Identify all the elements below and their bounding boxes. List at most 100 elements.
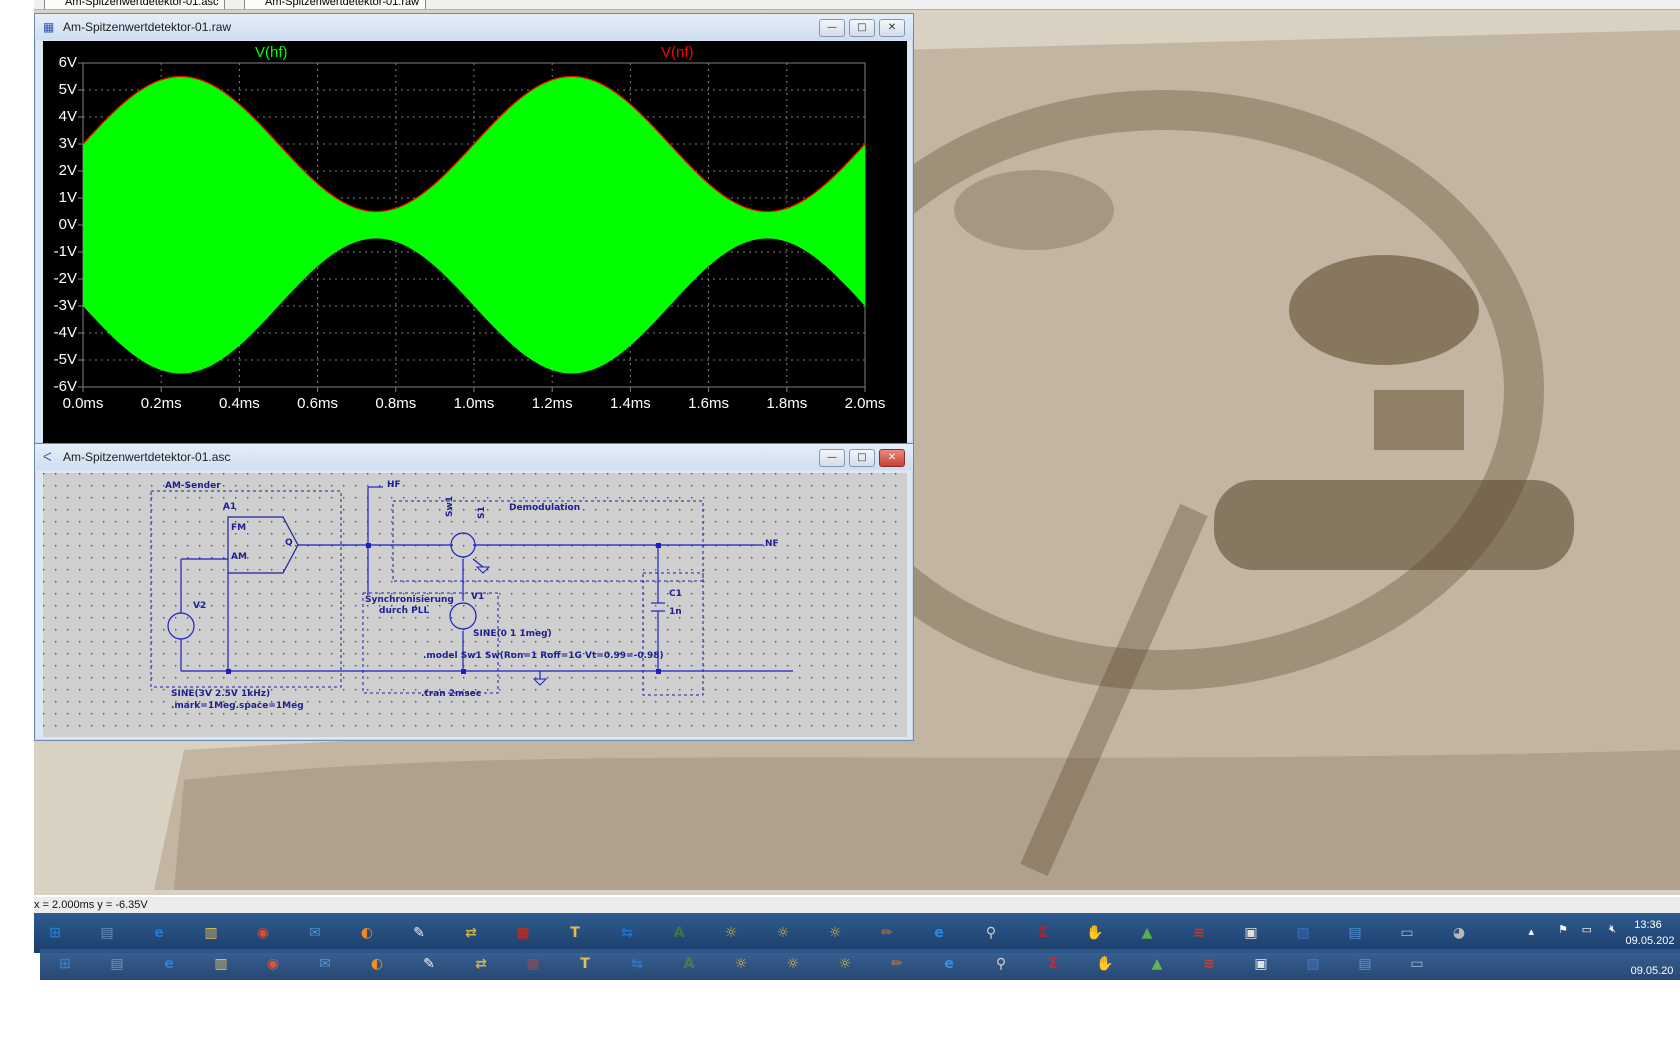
- ltspice-icon[interactable]: Ʃ: [1028, 918, 1058, 948]
- label-v1: V1: [471, 592, 485, 602]
- minimize-button[interactable]: —: [819, 449, 845, 467]
- book-icon[interactable]: ✎: [414, 949, 444, 979]
- volume-muted-icon[interactable]: 🔇︎: [1609, 923, 1616, 936]
- mail-icon[interactable]: ✉: [310, 949, 340, 979]
- joystick-icon[interactable]: ⚲: [976, 918, 1006, 948]
- network-tool-icon[interactable]: ⇄: [466, 949, 496, 979]
- spice-tran-directive[interactable]: .tran 2msec: [421, 689, 481, 699]
- schematic-window-title: Am-Spitzenwertdetektor-01.asc: [63, 450, 231, 464]
- teamviewer-icon[interactable]: ⇆: [612, 918, 642, 948]
- taskbar-duplicate: ⊞ ▤ e ▥ ◉ ✉ ◐ ✎ ⇄ ▦ T ⇆ A ☼ ☼ ☼ ✏ e ⚲ Ʃ ✋ ▲ ≋ ▣ ▧ ▤ ▭ 09.05.20: [40, 949, 1680, 980]
- show-hidden-icon[interactable]: ▴: [1528, 925, 1534, 938]
- avr-studio-icon[interactable]: A: [664, 918, 694, 948]
- schematic-window: ᐸ Am-Spitzenwertdetektor-01.asc — □ ✕ AM…: [34, 443, 914, 741]
- clock-date-duplicate[interactable]: 09.05.20: [1624, 965, 1680, 977]
- toolbox-icon[interactable]: ▦: [518, 949, 548, 979]
- y-tick-label: -3V: [53, 297, 77, 314]
- firefox-icon[interactable]: ◐: [352, 918, 382, 948]
- lion-icon[interactable]: ☼: [830, 949, 860, 979]
- lion-icon[interactable]: ☼: [716, 918, 746, 948]
- plot-pane[interactable]: V(hf) V(nf) 6V 5V 4V 3V 2V 1V 0V -1V -2V -3V -4V -5…: [43, 41, 907, 454]
- lion-icon[interactable]: ☼: [778, 949, 808, 979]
- schematic-canvas[interactable]: AM-Sender A1 FM AM Q V2 HF Sw1 S1 Demodu…: [43, 473, 907, 737]
- y-tick-label: 2V: [58, 162, 77, 179]
- schematic-titlebar[interactable]: ᐸ Am-Spitzenwertdetektor-01.asc — □ ✕: [35, 444, 913, 470]
- status-bar: x = 2.000ms y = -6.35V: [34, 897, 1680, 913]
- explorer-icon[interactable]: ▤: [92, 918, 122, 948]
- file-manager-icon[interactable]: ▥: [206, 949, 236, 979]
- book-icon[interactable]: ✎: [404, 918, 434, 948]
- clock-time[interactable]: 13:36: [1620, 919, 1676, 931]
- close-button[interactable]: ✕: [879, 19, 905, 37]
- network-tool-icon[interactable]: ⇄: [456, 918, 486, 948]
- lion-icon[interactable]: ☼: [726, 949, 756, 979]
- y-tick-label: -4V: [53, 324, 77, 341]
- spice-model-directive[interactable]: .model Sw1 Sw(Ron=1 Roff=1G Vt=0.99=-0.9…: [423, 651, 664, 661]
- start-button[interactable]: ⊞: [40, 918, 70, 948]
- firefox-icon[interactable]: ◐: [362, 949, 392, 979]
- tab-waveform[interactable]: Am-Spitzenwertdetektor-01.raw: [244, 0, 427, 9]
- close-button[interactable]: ✕: [879, 449, 905, 467]
- waveform-titlebar[interactable]: ▦ Am-Spitzenwertdetektor-01.raw — □ ✕: [35, 14, 913, 40]
- y-tick-label: 6V: [58, 54, 77, 71]
- x-tick-label: 0.0ms: [62, 395, 104, 412]
- chart-icon[interactable]: ▲: [1132, 918, 1162, 948]
- label-hf: HF: [387, 480, 401, 490]
- app-icon[interactable]: ▧: [1298, 949, 1328, 979]
- internet-explorer-icon[interactable]: e: [924, 918, 954, 948]
- ltspice-icon[interactable]: Ʃ: [1038, 949, 1068, 979]
- pencil-icon[interactable]: ✏: [872, 918, 902, 948]
- maximize-button[interactable]: □: [849, 19, 875, 37]
- lion-icon[interactable]: ☼: [768, 918, 798, 948]
- network-icon[interactable]: ▭: [1582, 923, 1592, 936]
- cube-icon[interactable]: ▣: [1236, 918, 1266, 948]
- teamviewer-icon[interactable]: ⇆: [622, 949, 652, 979]
- x-tick-label: 1.0ms: [453, 395, 495, 412]
- hand-icon[interactable]: ✋: [1080, 918, 1110, 948]
- chrome-icon[interactable]: ◉: [258, 949, 288, 979]
- clock-date[interactable]: 09.05.202: [1620, 935, 1680, 947]
- lion-icon[interactable]: ☼: [820, 918, 850, 948]
- edge-icon[interactable]: e: [154, 949, 184, 979]
- stack-icon[interactable]: ▤: [1350, 949, 1380, 979]
- mail-icon[interactable]: ✉: [300, 918, 330, 948]
- network-card-icon[interactable]: ▭: [1392, 918, 1422, 948]
- pencil-icon[interactable]: ✏: [882, 949, 912, 979]
- x-tick-label: 1.6ms: [688, 395, 730, 412]
- y-tick-label: -5V: [53, 351, 77, 368]
- flag-icon[interactable]: ⚑: [1558, 923, 1568, 936]
- x-tick-label: 1.8ms: [766, 395, 808, 412]
- wifi-icon[interactable]: ≋: [1194, 949, 1224, 979]
- y-tick-label: 5V: [58, 81, 77, 98]
- joystick-icon[interactable]: ⚲: [986, 949, 1016, 979]
- avr-studio-icon[interactable]: A: [674, 949, 704, 979]
- cube-icon[interactable]: ▣: [1246, 949, 1276, 979]
- network-card-icon[interactable]: ▭: [1402, 949, 1432, 979]
- internet-explorer-icon[interactable]: e: [934, 949, 964, 979]
- paint-icon[interactable]: ◕: [1444, 918, 1474, 948]
- start-button[interactable]: ⊞: [50, 949, 80, 979]
- y-tick-label: -6V: [53, 378, 77, 395]
- chrome-icon[interactable]: ◉: [248, 918, 278, 948]
- x-tick-label: 0.4ms: [218, 395, 260, 412]
- file-manager-icon[interactable]: ▥: [196, 918, 226, 948]
- minimize-button[interactable]: —: [819, 19, 845, 37]
- stack-icon[interactable]: ▤: [1340, 918, 1370, 948]
- toolbox-icon[interactable]: ▦: [508, 918, 538, 948]
- edge-icon[interactable]: e: [144, 918, 174, 948]
- app-icon[interactable]: ▧: [1288, 918, 1318, 948]
- tab-schematic[interactable]: Am-Spitzenwertdetektor-01.asc: [44, 0, 226, 9]
- chart-icon[interactable]: ▲: [1142, 949, 1172, 979]
- y-tick-label: -2V: [53, 270, 77, 287]
- presentation-icon[interactable]: T: [560, 918, 590, 948]
- explorer-icon[interactable]: ▤: [102, 949, 132, 979]
- schematic-app-icon: ᐸ: [43, 450, 52, 464]
- hand-icon[interactable]: ✋: [1090, 949, 1120, 979]
- maximize-button[interactable]: □: [849, 449, 875, 467]
- taskbar: ⊞ ▤ e ▥ ◉ ✉ ◐ ✎ ⇄ ▦ T ⇆ A ☼ ☼ ☼ ✏ e ⚲ Ʃ ✋ ▲ ≋ ▣ ▧ ▤ ▭ ◕ ▴ ⚑ ▭ 🔇︎ 13…: [34, 913, 1680, 953]
- x-tick-label: 0.2ms: [140, 395, 182, 412]
- presentation-icon[interactable]: T: [570, 949, 600, 979]
- waveform-plot[interactable]: [43, 41, 907, 454]
- label-v2-value: SINE(3V 2.5V 1kHz): [171, 689, 271, 699]
- wifi-icon[interactable]: ≋: [1184, 918, 1214, 948]
